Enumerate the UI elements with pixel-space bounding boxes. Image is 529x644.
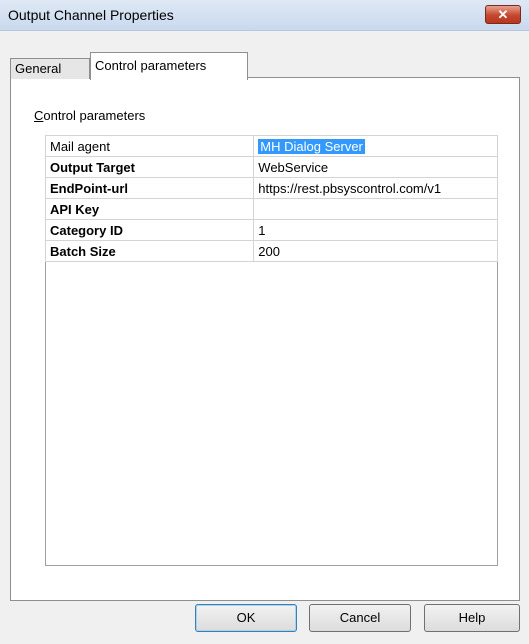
tab-control-parameters[interactable]: Control parameters [90,52,248,80]
property-name: API Key [44,198,255,220]
property-row-output-target[interactable]: Output Target WebService [44,156,498,178]
property-value[interactable]: 200 [253,240,498,262]
help-button-label: Help [458,610,486,625]
property-grid[interactable]: Mail agent MH Dialog Server Output Targe… [44,135,498,566]
tab-general[interactable]: General [10,58,90,79]
dialog-window: Output Channel Properties ✕ General Cont… [0,0,529,644]
help-button[interactable]: Help [424,604,520,632]
cancel-button-label: Cancel [339,610,381,625]
close-button[interactable]: ✕ [485,5,521,24]
property-value[interactable]: https://rest.pbsyscontrol.com/v1 [253,177,498,199]
property-name: EndPoint-url [44,177,255,199]
property-value[interactable]: 1 [253,219,498,241]
close-icon: ✕ [497,7,509,22]
property-value-text: MH Dialog Server [258,138,365,154]
group-label-mnemonic: C [34,108,44,123]
group-label-text: ontrol parameters [43,108,146,123]
ok-button[interactable]: OK [195,604,297,632]
title-bar[interactable]: Output Channel Properties ✕ [0,0,529,31]
property-name: Output Target [44,156,255,178]
property-value[interactable]: WebService [253,156,498,178]
window-title: Output Channel Properties [8,7,174,23]
property-value[interactable] [253,198,498,220]
property-value[interactable]: MH Dialog Server [253,135,498,157]
property-name: Mail agent [44,135,255,157]
ok-button-label: OK [236,610,256,625]
property-row-api-key[interactable]: API Key [44,198,498,220]
cancel-button[interactable]: Cancel [309,604,411,632]
group-label: Control parameters [34,108,145,123]
property-name: Category ID [44,219,255,241]
tab-control-parameters-label: Control parameters [95,58,207,73]
property-row-endpoint-url[interactable]: EndPoint-url https://rest.pbsyscontrol.c… [44,177,498,199]
property-table: Mail agent MH Dialog Server Output Targe… [44,135,498,262]
property-name: Batch Size [44,240,255,262]
property-row-mail-agent[interactable]: Mail agent MH Dialog Server [44,135,498,157]
property-row-batch-size[interactable]: Batch Size 200 [44,240,498,262]
tab-general-label: General [15,61,62,76]
property-row-category-id[interactable]: Category ID 1 [44,219,498,241]
